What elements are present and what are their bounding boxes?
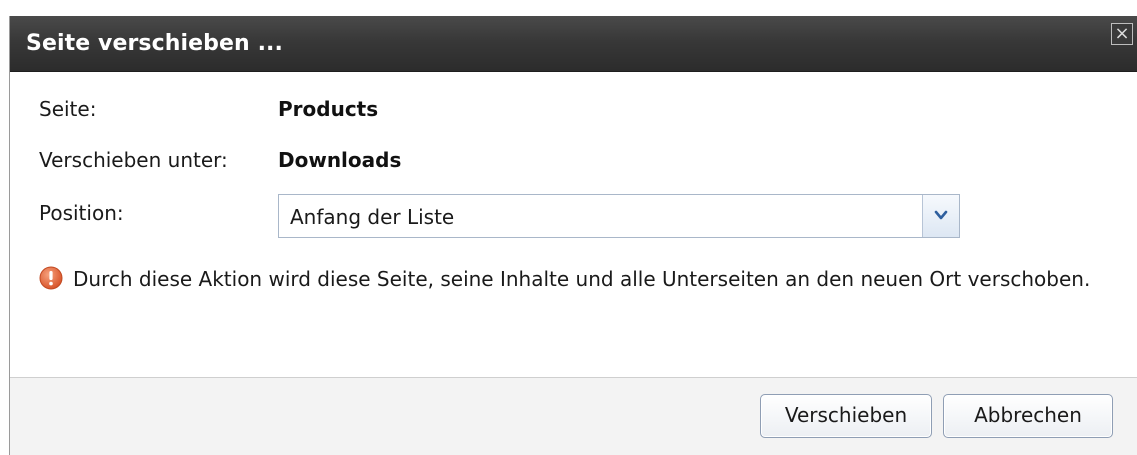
page-label: Seite: (39, 97, 97, 121)
dialog-footer: Verschieben Abbrechen (10, 377, 1137, 455)
position-select[interactable]: Anfang der Liste (278, 194, 960, 238)
warning-message: Durch diese Aktion wird diese Seite, sei… (73, 267, 1091, 291)
warning-icon (39, 266, 63, 290)
position-selected-value: Anfang der Liste (290, 205, 455, 229)
move-under-label: Verschieben unter: (39, 148, 228, 172)
chevron-down-icon (934, 210, 948, 220)
dialog-titlebar[interactable]: Seite verschieben ... × (10, 16, 1137, 72)
close-icon[interactable]: × (1111, 23, 1133, 45)
close-glyph: × (1114, 23, 1130, 44)
cancel-button[interactable]: Abbrechen (943, 394, 1113, 438)
dialog-title: Seite verschieben ... (26, 31, 283, 56)
dialog-body: Seite: Products Verschieben unter: Downl… (10, 72, 1137, 377)
dropdown-button[interactable] (922, 195, 959, 237)
move-under-value: Downloads (278, 148, 402, 172)
move-page-dialog: Seite verschieben ... × Seite: Products … (9, 16, 1137, 455)
move-button[interactable]: Verschieben (760, 394, 932, 438)
position-label: Position: (39, 201, 124, 225)
page-value: Products (278, 97, 379, 121)
